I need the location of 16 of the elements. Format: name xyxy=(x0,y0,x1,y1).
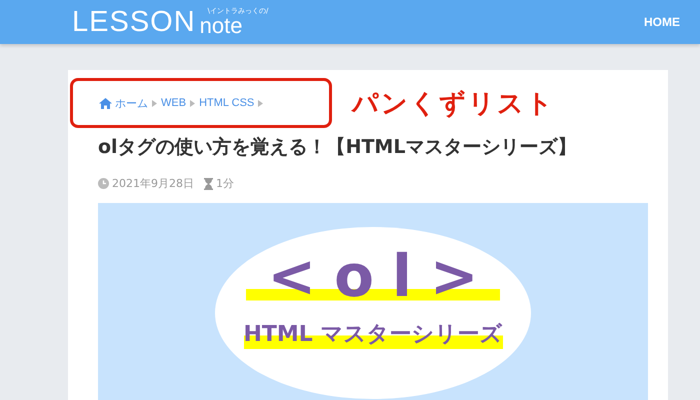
logo-text[interactable]: LESSON xyxy=(72,8,196,36)
article-title: olタグの使い方を覚える！【HTMLマスターシリーズ】 xyxy=(98,135,578,160)
home-icon xyxy=(99,98,112,108)
logo-subtext[interactable]: note xyxy=(200,14,242,36)
caret-icon xyxy=(258,100,264,106)
nav-link[interactable]: HOME xyxy=(644,15,680,29)
breadcrumb-link[interactable]: ホーム xyxy=(99,96,148,110)
breadcrumb-link[interactable]: WEB xyxy=(161,97,186,109)
breadcrumb-link[interactable]: HTML CSS xyxy=(199,97,254,109)
post-date: 2021年9月28日 xyxy=(98,176,194,191)
caret-icon xyxy=(190,100,196,106)
clock-icon xyxy=(98,178,109,189)
caret-icon xyxy=(152,100,157,106)
annotation-label: パンくずリスト xyxy=(352,88,555,120)
hourglass-icon xyxy=(204,178,213,190)
reading-time: 1分 xyxy=(204,176,234,191)
